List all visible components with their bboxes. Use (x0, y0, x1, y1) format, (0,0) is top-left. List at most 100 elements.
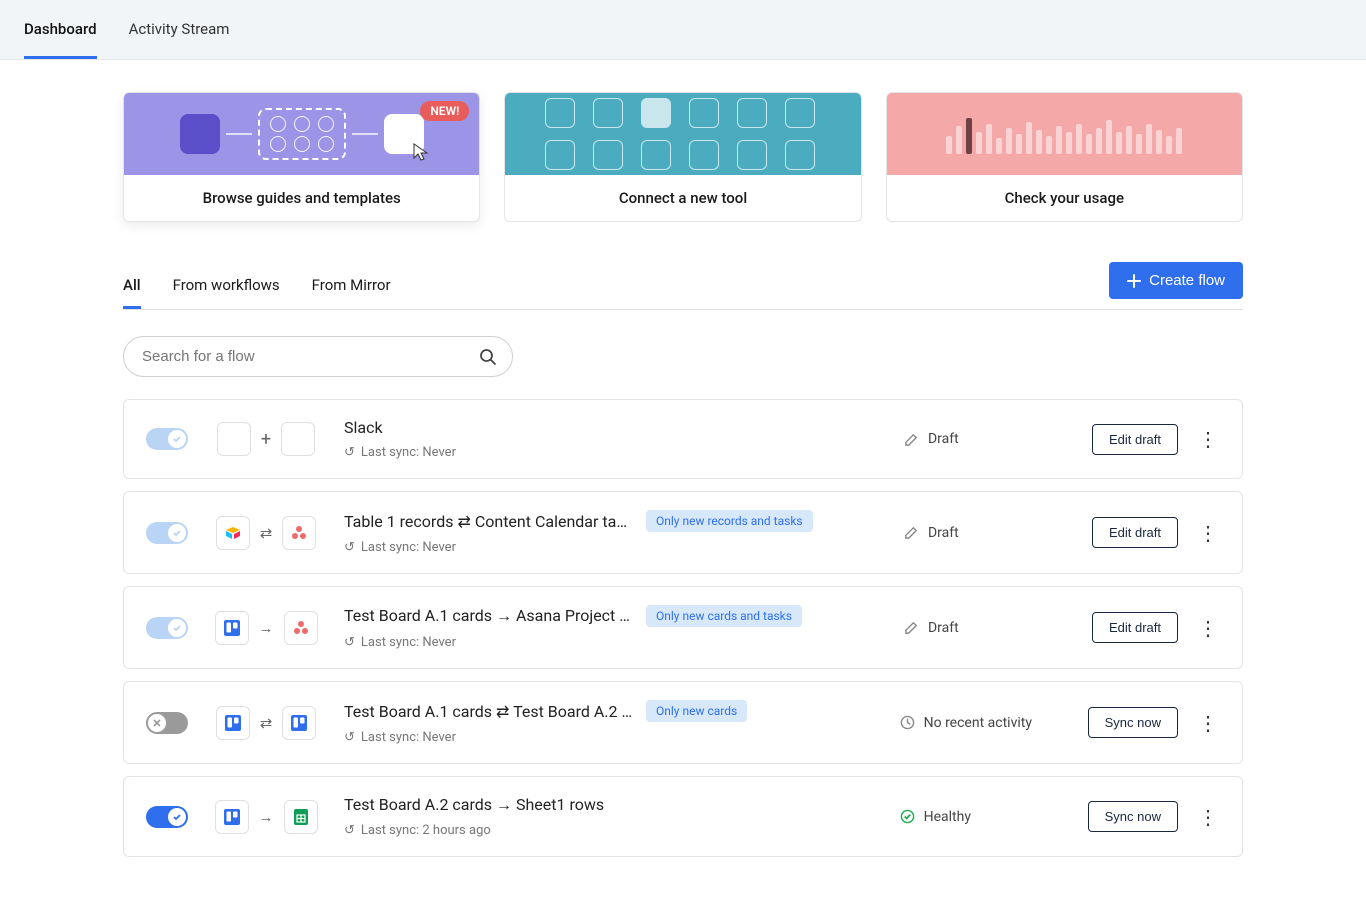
flow-main: Slack Last sync: Never (344, 418, 886, 460)
flow-title: Test Board A.1 cards → Asana Project t… (344, 606, 634, 626)
tool-icons: ⇄ (206, 706, 326, 740)
filter-tab-all[interactable]: All (123, 264, 141, 309)
promo-connect-tool[interactable]: Connect a new tool (504, 92, 861, 222)
kebab-menu-icon[interactable]: ⋮ (1196, 713, 1220, 733)
status-icon (900, 715, 916, 731)
one-way-arrow-icon: → (259, 808, 274, 826)
flow-toggle[interactable] (146, 617, 188, 639)
flow-row: → Test Board A.1 cards → Asana Project t…… (123, 586, 1243, 669)
flow-title: Slack (344, 418, 383, 437)
flow-filter-badge: Only new cards (646, 700, 747, 722)
promo-usage-label: Check your usage (887, 175, 1242, 221)
target-tool-icon (282, 706, 316, 740)
top-tabs: Dashboard Activity Stream (0, 0, 1366, 60)
flow-last-sync: Last sync: Never (344, 730, 882, 745)
flow-row: ⇄ Table 1 records ⇄ Content Calendar tas…… (123, 491, 1243, 574)
flow-last-sync: Last sync: Never (344, 540, 886, 555)
flow-last-sync: Last sync: Never (344, 445, 886, 460)
flow-list: + Slack Last sync: Never Draft Edit draft ⋮ ⇄ T… (123, 399, 1243, 857)
status-text: Draft (928, 620, 959, 636)
flow-action-button[interactable]: Sync now (1088, 707, 1178, 738)
flow-title: Table 1 records ⇄ Content Calendar tas… (344, 512, 634, 531)
history-icon (344, 635, 357, 650)
history-icon (344, 730, 357, 745)
history-icon (344, 540, 357, 555)
status-text: Draft (928, 431, 959, 447)
flow-title: Test Board A.2 cards → Sheet1 rows (344, 795, 604, 815)
history-icon (344, 445, 357, 460)
target-tool-icon (284, 611, 318, 645)
flow-title: Test Board A.1 cards ⇄ Test Board A.2 c… (344, 702, 634, 721)
flow-status: No recent activity (900, 715, 1070, 731)
kebab-menu-icon[interactable]: ⋮ (1196, 523, 1220, 543)
status-icon (900, 809, 916, 825)
flow-filter-badge: Only new records and tasks (646, 510, 813, 532)
target-tool-icon (282, 516, 316, 550)
filter-tab-mirror[interactable]: From Mirror (312, 264, 391, 309)
source-tool-icon (215, 800, 249, 834)
flow-toggle[interactable] (146, 806, 188, 828)
source-tool-icon (216, 706, 250, 740)
promo-check-usage[interactable]: Check your usage (886, 92, 1243, 222)
promo-browse-label: Browse guides and templates (124, 175, 479, 221)
target-tool-icon (284, 800, 318, 834)
tab-dashboard[interactable]: Dashboard (24, 0, 97, 59)
status-icon (904, 620, 920, 636)
new-badge: NEW! (420, 101, 469, 121)
flow-action-button[interactable]: Edit draft (1092, 612, 1178, 643)
status-icon (904, 431, 920, 447)
source-tool-icon (217, 422, 251, 456)
flow-last-sync: Last sync: Never (344, 635, 886, 650)
flow-toggle[interactable] (146, 712, 188, 734)
promo-browse-illustration: NEW! (124, 93, 479, 175)
cursor-icon (412, 142, 432, 162)
flow-main: Test Board A.1 cards ⇄ Test Board A.2 c…… (344, 700, 882, 745)
plus-icon: + (261, 429, 271, 450)
flow-status: Draft (904, 620, 1074, 636)
plus-icon (1127, 274, 1141, 288)
status-icon (904, 525, 920, 541)
two-way-arrow-icon: ⇄ (260, 714, 273, 732)
source-tool-icon (215, 611, 249, 645)
status-text: Healthy (924, 809, 971, 825)
create-flow-label: Create flow (1149, 272, 1225, 289)
tool-icons: → (206, 611, 326, 645)
flow-filter-badge: Only new cards and tasks (646, 605, 802, 627)
tool-icons: + (206, 422, 326, 456)
flow-status: Draft (904, 525, 1074, 541)
flow-action-button[interactable]: Edit draft (1092, 517, 1178, 548)
filter-row: All From workflows From Mirror Create fl… (123, 262, 1243, 310)
flow-row: ⇄ Test Board A.1 cards ⇄ Test Board A.2 c… (123, 681, 1243, 764)
promo-connect-label: Connect a new tool (505, 175, 860, 221)
tool-icons: → (206, 800, 326, 834)
flow-toggle[interactable] (146, 428, 188, 450)
flow-main: Table 1 records ⇄ Content Calendar tas… O… (344, 510, 886, 555)
two-way-arrow-icon: ⇄ (260, 524, 273, 542)
flow-status: Healthy (900, 809, 1070, 825)
flow-last-sync: Last sync: 2 hours ago (344, 823, 882, 838)
source-tool-icon (216, 516, 250, 550)
create-flow-button[interactable]: Create flow (1109, 262, 1243, 299)
kebab-menu-icon[interactable]: ⋮ (1196, 807, 1220, 827)
kebab-menu-icon[interactable]: ⋮ (1196, 429, 1220, 449)
tool-icons: ⇄ (206, 516, 326, 550)
history-icon (344, 823, 357, 838)
flow-row: → Test Board A.2 cards → Sheet1 rows Last … (123, 776, 1243, 857)
flow-status: Draft (904, 431, 1074, 447)
promo-usage-illustration (887, 93, 1242, 175)
tab-activity-stream[interactable]: Activity Stream (129, 0, 230, 59)
flow-main: Test Board A.1 cards → Asana Project t… O… (344, 605, 886, 650)
promo-browse-guides[interactable]: NEW! Browse guides and templates (123, 92, 480, 222)
one-way-arrow-icon: → (259, 619, 274, 637)
promo-connect-illustration (505, 93, 860, 175)
status-text: No recent activity (924, 715, 1032, 731)
kebab-menu-icon[interactable]: ⋮ (1196, 618, 1220, 638)
search-input[interactable] (123, 336, 513, 377)
flow-action-button[interactable]: Sync now (1088, 801, 1178, 832)
flow-action-button[interactable]: Edit draft (1092, 424, 1178, 455)
status-text: Draft (928, 525, 959, 541)
filter-tab-workflows[interactable]: From workflows (173, 264, 280, 309)
flow-toggle[interactable] (146, 522, 188, 544)
search-wrap (123, 336, 513, 377)
promo-cards: NEW! Browse guides and templates Connect… (123, 92, 1243, 222)
